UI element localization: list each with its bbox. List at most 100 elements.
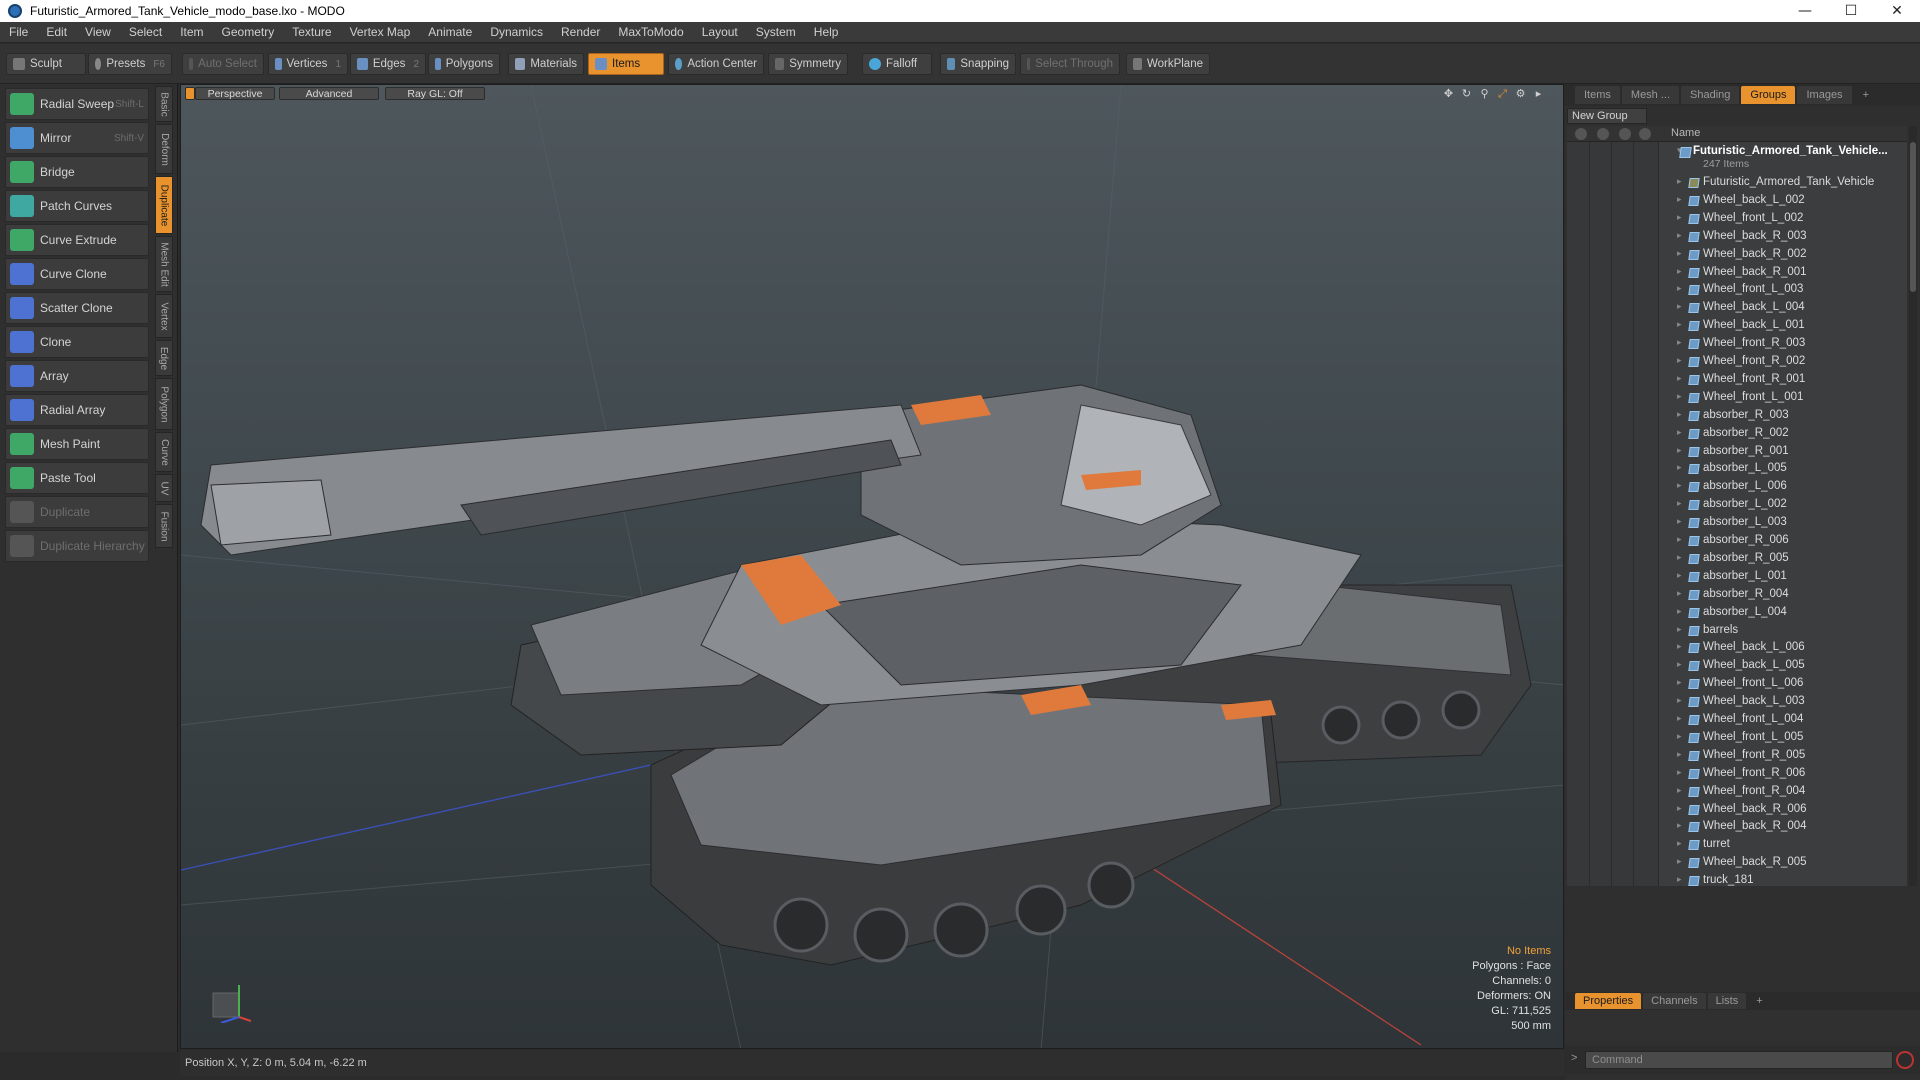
tree-item-row[interactable]: ▸ turret xyxy=(1567,836,1907,854)
tree-item-row[interactable]: ▸ absorber_R_004 xyxy=(1567,586,1907,604)
expand-arrow-icon[interactable]: ▸ xyxy=(1677,301,1682,312)
orbit-icon[interactable]: ↻ xyxy=(1460,87,1473,100)
expand-arrow-icon[interactable]: ▸ xyxy=(1677,874,1682,885)
menu-dynamics[interactable]: Dynamics xyxy=(481,25,552,39)
group-row[interactable]: ▾ Futuristic_Armored_Tank_Vehicle... 247… xyxy=(1567,143,1907,173)
items-mode-button[interactable]: Items xyxy=(588,53,664,75)
expand-arrow-icon[interactable]: ▸ xyxy=(1677,534,1682,545)
expand-arrow-icon[interactable]: ▸ xyxy=(1677,641,1682,652)
view-perspective-dropdown[interactable]: Perspective xyxy=(195,87,275,100)
mirror-tool[interactable]: Mirror Shift-V xyxy=(5,122,149,154)
materials-button[interactable]: Materials xyxy=(508,53,584,75)
tree-item-row[interactable]: ▸ Wheel_front_L_005 xyxy=(1567,729,1907,747)
add-property-tab-icon[interactable]: + xyxy=(1748,993,1770,1009)
expand-arrow-icon[interactable]: ▸ xyxy=(1677,713,1682,724)
tree-item-row[interactable]: ▸ Wheel_back_L_006 xyxy=(1567,639,1907,657)
tree-item-row[interactable]: ▸ absorber_R_005 xyxy=(1567,550,1907,568)
menu-select[interactable]: Select xyxy=(120,25,171,39)
menu-animate[interactable]: Animate xyxy=(419,25,481,39)
scrollbar-thumb[interactable] xyxy=(1910,142,1916,292)
tree-item-row[interactable]: ▸ Wheel_front_L_002 xyxy=(1567,210,1907,228)
select-icon[interactable] xyxy=(1639,128,1651,140)
falloff-button[interactable]: Falloff xyxy=(862,53,932,75)
tree-item-row[interactable]: ▸ absorber_L_005 xyxy=(1567,460,1907,478)
minimize-button[interactable]: — xyxy=(1782,0,1828,22)
tab-channels[interactable]: Channels xyxy=(1643,993,1706,1009)
tab-curve[interactable]: Curve xyxy=(155,432,173,472)
tree-item-row[interactable]: ▸ absorber_L_006 xyxy=(1567,478,1907,496)
tree-item-row[interactable]: ▸ Wheel_front_R_001 xyxy=(1567,371,1907,389)
tree-item-row[interactable]: ▸ Wheel_back_R_002 xyxy=(1567,246,1907,264)
edges-button[interactable]: Edges 2 xyxy=(350,53,426,75)
curve-extrude-tool[interactable]: Curve Extrude xyxy=(5,224,149,256)
expand-arrow-icon[interactable]: ▸ xyxy=(1677,373,1682,384)
menu-maxtomodo[interactable]: MaxToModo xyxy=(609,25,692,39)
expand-arrow-icon[interactable]: ▸ xyxy=(1677,409,1682,420)
tree-item-row[interactable]: ▸ absorber_L_003 xyxy=(1567,514,1907,532)
tree-item-row[interactable]: ▸ absorber_R_006 xyxy=(1567,532,1907,550)
mesh-paint-tool[interactable]: Mesh Paint xyxy=(5,428,149,460)
tree-item-row[interactable]: ▸ Wheel_back_R_003 xyxy=(1567,228,1907,246)
action-center-button[interactable]: Action Center xyxy=(668,53,764,75)
expand-arrow-icon[interactable]: ▸ xyxy=(1677,767,1682,778)
new-group-button[interactable]: New Group xyxy=(1567,108,1647,124)
command-history-arrow-icon[interactable]: > xyxy=(1571,1052,1577,1064)
tree-item-row[interactable]: ▸ barrels xyxy=(1567,622,1907,640)
scatter-clone-tool[interactable]: Scatter Clone xyxy=(5,292,149,324)
tab-mesh[interactable]: Mesh ... xyxy=(1621,86,1680,104)
stop-icon[interactable] xyxy=(1896,1051,1914,1069)
viewport-menu-toggle[interactable] xyxy=(185,87,195,100)
expand-arrow-icon[interactable]: ▸ xyxy=(1677,695,1682,706)
pan-icon[interactable]: ✥ xyxy=(1442,87,1455,100)
tree-item-row[interactable]: ▸ Futuristic_Armored_Tank_Vehicle xyxy=(1567,174,1907,192)
select-through-button[interactable]: Select Through xyxy=(1020,53,1120,75)
close-button[interactable]: ✕ xyxy=(1874,0,1920,22)
expand-arrow-icon[interactable]: ▸ xyxy=(1677,283,1682,294)
tree-item-row[interactable]: ▸ Wheel_front_R_006 xyxy=(1567,765,1907,783)
expand-arrow-icon[interactable]: ▸ xyxy=(1677,355,1682,366)
tab-lists[interactable]: Lists xyxy=(1707,993,1747,1009)
tree-item-row[interactable]: ▸ Wheel_front_R_002 xyxy=(1567,353,1907,371)
tree-item-row[interactable]: ▸ absorber_L_002 xyxy=(1567,496,1907,514)
viewport-settings-gear-icon[interactable]: ⚙ xyxy=(1514,87,1527,100)
tree-item-row[interactable]: ▸ Wheel_back_R_001 xyxy=(1567,264,1907,282)
vertices-button[interactable]: Vertices 1 xyxy=(268,53,348,75)
tab-properties[interactable]: Properties xyxy=(1575,993,1642,1009)
expand-arrow-icon[interactable]: ▸ xyxy=(1677,552,1682,563)
expand-arrow-icon[interactable]: ▸ xyxy=(1677,462,1682,473)
tab-vertex[interactable]: Vertex xyxy=(155,294,173,338)
lock-icon[interactable] xyxy=(1619,128,1631,140)
tree-item-row[interactable]: ▸ Wheel_back_L_004 xyxy=(1567,299,1907,317)
tab-mesh-edit[interactable]: Mesh Edit xyxy=(155,236,173,292)
tree-item-row[interactable]: ▸ Wheel_front_R_003 xyxy=(1567,335,1907,353)
expand-arrow-icon[interactable]: ▸ xyxy=(1677,445,1682,456)
tree-item-row[interactable]: ▸ Wheel_back_R_006 xyxy=(1567,801,1907,819)
raygl-toggle[interactable]: Ray GL: Off xyxy=(385,87,485,100)
tree-item-row[interactable]: ▸ truck_181 xyxy=(1567,872,1907,886)
expand-arrow-icon[interactable]: ▸ xyxy=(1677,516,1682,527)
expand-arrow-icon[interactable]: ▸ xyxy=(1677,731,1682,742)
tree-scrollbar[interactable] xyxy=(1909,126,1917,886)
sculpt-button[interactable]: Sculpt xyxy=(6,53,86,75)
workplane-button[interactable]: WorkPlane xyxy=(1126,53,1210,75)
menu-view[interactable]: View xyxy=(76,25,120,39)
menu-file[interactable]: File xyxy=(0,25,37,39)
expand-arrow-icon[interactable]: ▸ xyxy=(1677,820,1682,831)
tab-edge[interactable]: Edge xyxy=(155,340,173,376)
radial-array-tool[interactable]: Radial Array xyxy=(5,394,149,426)
tree-item-row[interactable]: ▸ absorber_R_001 xyxy=(1567,443,1907,461)
menu-edit[interactable]: Edit xyxy=(37,25,76,39)
radial-sweep-tool[interactable]: Radial Sweep Shift-L xyxy=(5,88,149,120)
tab-groups[interactable]: Groups xyxy=(1741,86,1796,104)
visibility-eye-icon[interactable] xyxy=(1575,128,1587,140)
menu-texture[interactable]: Texture xyxy=(283,25,340,39)
tab-deform[interactable]: Deform xyxy=(155,124,173,174)
tree-item-row[interactable]: ▸ Wheel_back_L_002 xyxy=(1567,192,1907,210)
name-column-header[interactable]: Name xyxy=(1671,127,1700,139)
tab-items[interactable]: Items xyxy=(1575,86,1620,104)
render-icon[interactable] xyxy=(1597,128,1609,140)
array-tool[interactable]: Array xyxy=(5,360,149,392)
expand-arrow-icon[interactable]: ▸ xyxy=(1677,803,1682,814)
menu-help[interactable]: Help xyxy=(805,25,848,39)
expand-arrow-icon[interactable]: ▸ xyxy=(1677,606,1682,617)
